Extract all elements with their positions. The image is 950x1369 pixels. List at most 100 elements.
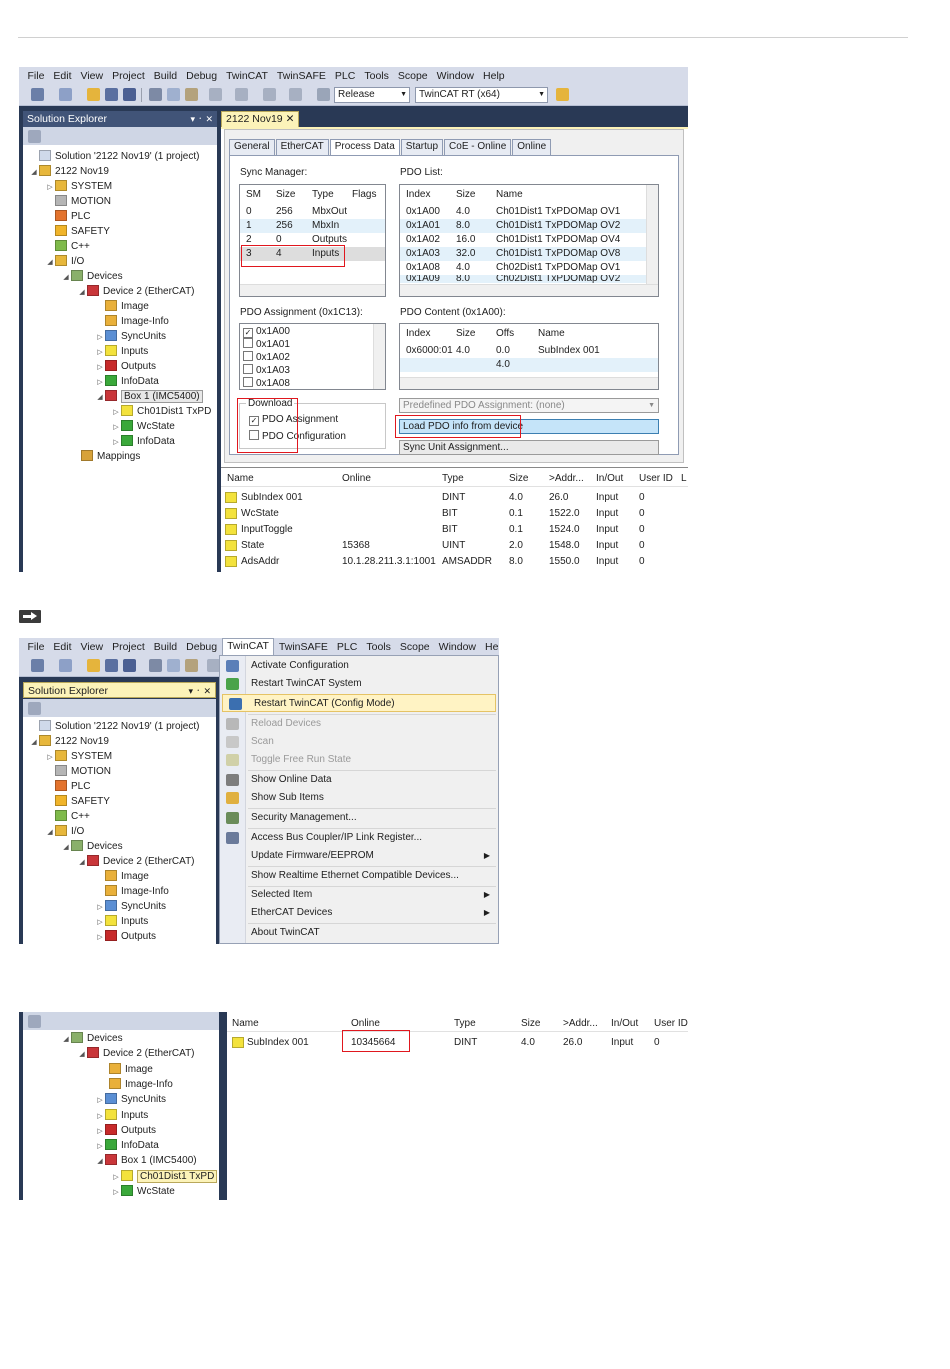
- pdo-assignment-item[interactable]: 0x1A08: [243, 377, 290, 391]
- menu-view[interactable]: View: [76, 641, 108, 653]
- properties-icon[interactable]: [28, 130, 41, 143]
- tree-node-io[interactable]: ◢ I/O: [45, 825, 84, 839]
- tree-node-solution[interactable]: Solution '2122 Nov19' (1 project): [29, 720, 199, 734]
- horizontal-scrollbar[interactable]: [240, 284, 385, 296]
- tree-node-device2[interactable]: ◢ Device 2 (EtherCAT): [77, 855, 195, 869]
- menu-item-restart-system[interactable]: Restart TwinCAT System: [220, 675, 498, 693]
- column-header[interactable]: Online: [351, 1017, 380, 1031]
- tree-node-image-info[interactable]: Image-Info: [105, 885, 169, 899]
- checkbox[interactable]: [243, 351, 253, 361]
- menu-item-reload-devices[interactable]: Reload Devices: [220, 715, 498, 733]
- menu-item-access-bus-coupler[interactable]: Access Bus Coupler/IP Link Register...: [220, 829, 498, 847]
- menu-item-activate-configuration[interactable]: Activate Configuration: [220, 657, 498, 675]
- add-item-icon[interactable]: [59, 659, 72, 672]
- tree-node-devices[interactable]: ◢ Devices: [61, 270, 123, 284]
- menu-item-selected-item[interactable]: Selected Item ▶: [220, 886, 498, 904]
- column-header[interactable]: Type: [454, 1017, 476, 1031]
- vertical-scrollbar[interactable]: [373, 324, 385, 389]
- menu-item-restart-config-mode[interactable]: Restart TwinCAT (Config Mode): [222, 694, 496, 712]
- column-header[interactable]: Index: [406, 188, 430, 202]
- tree-node-system[interactable]: ▷ SYSTEM: [45, 180, 112, 194]
- menu-scope[interactable]: Scope: [395, 641, 434, 653]
- menu-file[interactable]: File: [23, 70, 49, 82]
- tree-node-image[interactable]: Image: [105, 300, 149, 314]
- table-row[interactable]: 0x6000:01 4.0 0.0 SubIndex 001: [400, 344, 658, 358]
- menu-debug[interactable]: Debug: [182, 641, 222, 653]
- menu-item-security-management[interactable]: Security Management...: [220, 809, 498, 827]
- column-header[interactable]: Size: [456, 188, 475, 202]
- menu-tools[interactable]: Tools: [360, 70, 394, 82]
- tree-node-io[interactable]: ◢ I/O: [45, 255, 84, 269]
- table-row[interactable]: SubIndex 001 10345664 DINT 4.0 26.0 Inpu…: [227, 1036, 688, 1050]
- menu-item-scan[interactable]: Scan: [220, 733, 498, 751]
- tab-coe-online[interactable]: CoE - Online: [444, 139, 512, 155]
- predefined-pdo-combo[interactable]: Predefined PDO Assignment: (none) ▼: [399, 398, 659, 413]
- menu-debug[interactable]: Debug: [182, 70, 222, 82]
- column-header[interactable]: SM: [246, 188, 261, 202]
- menu-project[interactable]: Project: [108, 641, 150, 653]
- table-row[interactable]: State 15368 UINT 2.0 1548.0 Input 0: [221, 539, 688, 553]
- tree-node-box1[interactable]: ◢ Box 1 (IMC5400): [95, 390, 203, 404]
- column-header[interactable]: >Addr...: [563, 1017, 598, 1031]
- tree-node-outputs[interactable]: ▷ Outputs: [95, 1124, 156, 1138]
- column-header[interactable]: User ID: [639, 472, 673, 486]
- menu-build[interactable]: Build: [149, 70, 181, 82]
- menu-window[interactable]: Window: [432, 70, 478, 82]
- horizontal-scrollbar[interactable]: [400, 377, 658, 389]
- tree-node-mappings[interactable]: Mappings: [71, 450, 140, 464]
- pdo-assignment-item[interactable]: ✓ 0x1A00: [243, 325, 290, 339]
- menu-file[interactable]: File: [23, 641, 49, 653]
- tree-node-motion[interactable]: MOTION: [45, 765, 111, 779]
- tree-node-outputs[interactable]: ▷ Outputs: [95, 930, 156, 944]
- menu-window[interactable]: Window: [434, 641, 480, 653]
- open-folder-icon[interactable]: [87, 88, 100, 101]
- menu-build[interactable]: Build: [149, 641, 181, 653]
- save-icon[interactable]: [105, 88, 118, 101]
- undo-icon[interactable]: [209, 88, 222, 101]
- menu-twincat[interactable]: TwinCAT: [221, 638, 275, 655]
- table-row[interactable]: 0 256 MbxOut: [240, 205, 385, 219]
- save-all-icon[interactable]: [123, 88, 136, 101]
- document-tab[interactable]: 2122 Nov19 ✕: [221, 111, 300, 128]
- pdo-assignment-item[interactable]: 0x1A03: [243, 364, 290, 378]
- checkbox[interactable]: [243, 364, 253, 374]
- table-row[interactable]: 0x1A02 16.0 Ch01Dist1 TxPDOMap OV4: [400, 233, 646, 247]
- tree-node-devices[interactable]: ◢ Devices: [61, 1032, 123, 1046]
- menu-help[interactable]: Help: [481, 641, 499, 653]
- platform-combo[interactable]: TwinCAT RT (x64) ▼: [415, 87, 548, 103]
- tab-ethercat[interactable]: EtherCAT: [275, 139, 329, 155]
- menu-twinsafe[interactable]: TwinSAFE: [274, 641, 332, 653]
- panel-controls-icon[interactable]: ▾ ᛫ ✕: [191, 111, 213, 127]
- menu-item-update-firmware[interactable]: Update Firmware/EEPROM ▶: [220, 847, 498, 865]
- column-header[interactable]: Size: [456, 327, 475, 341]
- tree-node-inputs[interactable]: ▷ Inputs: [95, 915, 148, 929]
- tree-node-plc[interactable]: PLC: [45, 210, 90, 224]
- menu-edit[interactable]: Edit: [49, 641, 76, 653]
- tree-node-image-info[interactable]: Image-Info: [109, 1078, 173, 1092]
- table-row[interactable]: 1 256 MbxIn: [240, 219, 385, 233]
- menu-view[interactable]: View: [76, 70, 108, 82]
- column-header[interactable]: >Addr...: [549, 472, 584, 486]
- tree-node-device2[interactable]: ◢ Device 2 (EtherCAT): [77, 285, 195, 299]
- vertical-scrollbar[interactable]: [646, 185, 658, 284]
- save-all-icon[interactable]: [123, 659, 136, 672]
- new-project-icon[interactable]: [31, 659, 44, 672]
- tree-node-project[interactable]: ◢ 2122 Nov19: [29, 165, 109, 179]
- tab-online[interactable]: Online: [512, 139, 552, 155]
- sync-unit-assignment-button[interactable]: Sync Unit Assignment...: [399, 440, 659, 455]
- tree-node-image[interactable]: Image: [109, 1063, 153, 1077]
- tab-process-data[interactable]: Process Data: [329, 139, 400, 156]
- properties-icon[interactable]: [28, 1015, 41, 1028]
- copy-icon[interactable]: [167, 659, 180, 672]
- tree-node-syncunits[interactable]: ▷ SyncUnits: [95, 1093, 166, 1107]
- cut-icon[interactable]: [149, 659, 162, 672]
- properties-icon[interactable]: [28, 702, 41, 715]
- column-header[interactable]: Size: [509, 472, 528, 486]
- menu-tools[interactable]: Tools: [362, 641, 396, 653]
- checkbox-checked[interactable]: ✓: [243, 328, 253, 338]
- table-row[interactable]: AdsAddr 10.1.28.211.3.1:1001 AMSADDR 8.0 155…: [221, 555, 688, 569]
- tree-node-image-info[interactable]: Image-Info: [105, 315, 169, 329]
- add-item-icon[interactable]: [59, 88, 72, 101]
- tree-node-outputs[interactable]: ▷ Outputs: [95, 360, 156, 374]
- column-header[interactable]: Type: [442, 472, 464, 486]
